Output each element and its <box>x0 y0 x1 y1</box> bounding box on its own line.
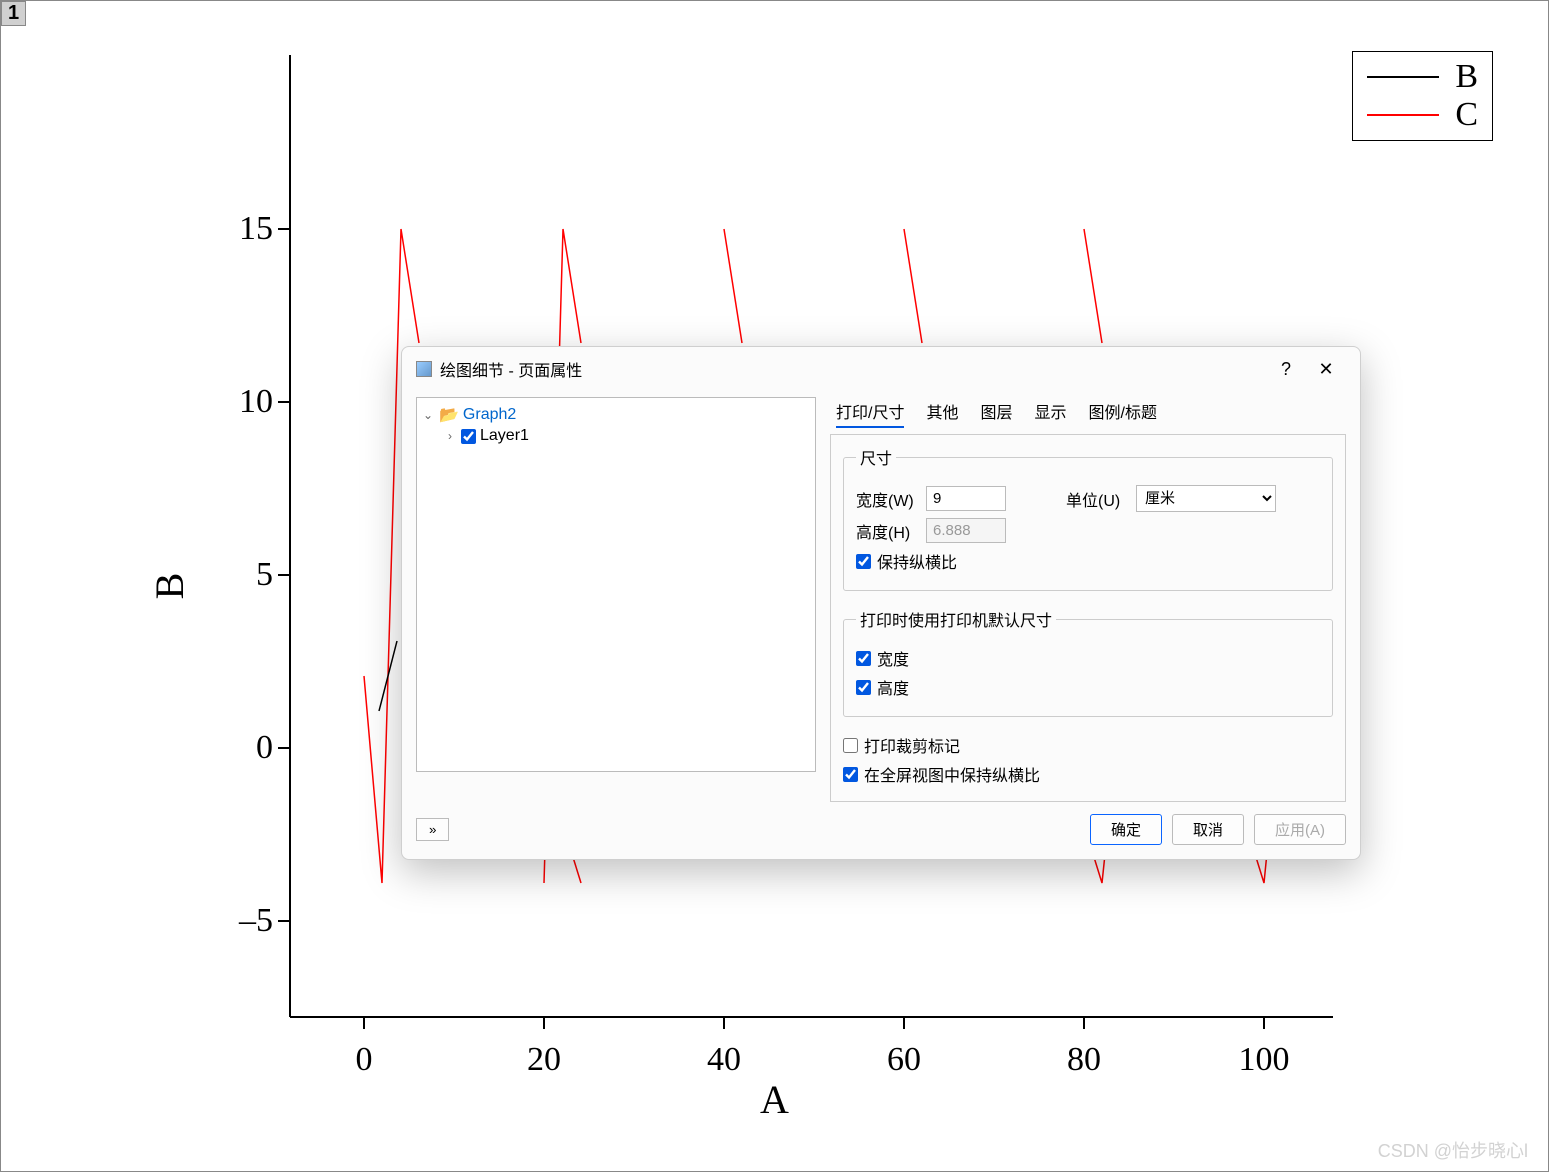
legend-entry-c[interactable]: C <box>1367 96 1478 134</box>
width-input[interactable] <box>926 486 1006 511</box>
x-tick-100: 100 <box>1239 1041 1290 1079</box>
tab-layers[interactable]: 图层 <box>980 399 1012 428</box>
unit-select[interactable]: 厘米 <box>1136 485 1276 512</box>
print-height-label: 高度 <box>877 675 909 699</box>
crop-marks-checkbox[interactable] <box>843 738 858 753</box>
dialog-titlebar[interactable]: 绘图细节 - 页面属性 ? ✕ <box>402 347 1360 391</box>
y-tick-5: 5 <box>256 556 273 594</box>
fullscreen-aspect-checkbox[interactable] <box>843 767 858 782</box>
x-tick-40: 40 <box>707 1041 741 1079</box>
legend-swatch-b <box>1367 76 1439 78</box>
tab-other[interactable]: 其他 <box>926 399 958 428</box>
tree-label-layer: Layer1 <box>480 427 529 445</box>
legend-label-c: C <box>1455 96 1478 134</box>
print-width-label: 宽度 <box>877 646 909 670</box>
tab-display[interactable]: 显示 <box>1034 399 1066 428</box>
more-button[interactable]: » <box>416 818 449 841</box>
layer-visible-checkbox[interactable] <box>461 429 476 444</box>
ok-button[interactable]: 确定 <box>1090 814 1162 845</box>
unit-label: 单位(U) <box>1066 487 1126 511</box>
crop-marks-label: 打印裁剪标记 <box>864 733 960 757</box>
y-axis-label: B <box>146 573 193 600</box>
print-defaults-legend: 打印时使用打印机默认尺寸 <box>856 607 1056 631</box>
keep-aspect-label: 保持纵横比 <box>877 549 957 573</box>
cancel-button[interactable]: 取消 <box>1172 814 1244 845</box>
tab-panel: 尺寸 宽度(W) 单位(U) 厘米 高度(H) <box>830 434 1346 802</box>
height-label: 高度(H) <box>856 519 916 543</box>
print-width-checkbox[interactable] <box>856 651 871 666</box>
watermark: CSDN @怡步晓心l <box>1378 1137 1528 1163</box>
tree-node-graph[interactable]: ⌄ 📂 Graph2 <box>421 404 811 426</box>
legend-label-b: B <box>1455 58 1478 96</box>
size-group: 尺寸 宽度(W) 单位(U) 厘米 高度(H) <box>843 445 1333 591</box>
dialog-app-icon <box>416 361 432 377</box>
dialog-footer: » 确定 取消 应用(A) <box>402 806 1360 859</box>
height-input[interactable] <box>926 518 1006 543</box>
size-group-legend: 尺寸 <box>856 445 896 469</box>
width-label: 宽度(W) <box>856 487 916 511</box>
tab-print-size[interactable]: 打印/尺寸 <box>836 399 904 428</box>
chevron-down-icon[interactable]: ⌄ <box>421 408 435 422</box>
legend[interactable]: B C <box>1352 51 1493 141</box>
y-tick-0: 0 <box>256 729 273 767</box>
print-height-checkbox[interactable] <box>856 680 871 695</box>
close-button[interactable]: ✕ <box>1306 355 1346 383</box>
plot-details-dialog: 绘图细节 - 页面属性 ? ✕ ⌄ 📂 Graph2 › Layer1 打印/尺… <box>401 346 1361 860</box>
legend-swatch-c <box>1367 114 1439 116</box>
legend-entry-b[interactable]: B <box>1367 58 1478 96</box>
folder-icon: 📂 <box>439 405 459 425</box>
print-defaults-group: 打印时使用打印机默认尺寸 宽度 高度 <box>843 607 1333 717</box>
tab-legend-title[interactable]: 图例/标题 <box>1089 399 1157 428</box>
tree-node-layer[interactable]: › Layer1 <box>421 426 811 446</box>
x-tick-80: 80 <box>1067 1041 1101 1079</box>
y-tick-15: 15 <box>239 210 273 248</box>
help-button[interactable]: ? <box>1266 355 1306 383</box>
keep-aspect-checkbox[interactable] <box>856 554 871 569</box>
tree-label-graph: Graph2 <box>463 406 516 424</box>
fullscreen-aspect-label: 在全屏视图中保持纵横比 <box>864 762 1040 786</box>
x-tick-0: 0 <box>356 1041 373 1079</box>
apply-button[interactable]: 应用(A) <box>1254 814 1346 845</box>
x-tick-20: 20 <box>527 1041 561 1079</box>
tree-pane[interactable]: ⌄ 📂 Graph2 › Layer1 <box>416 397 816 772</box>
y-tick-neg5: –5 <box>239 902 273 940</box>
x-tick-60: 60 <box>887 1041 921 1079</box>
chevron-right-icon[interactable]: › <box>443 429 457 443</box>
x-axis-label: A <box>760 1076 789 1123</box>
y-tick-10: 10 <box>239 383 273 421</box>
dialog-tabs: 打印/尺寸 其他 图层 显示 图例/标题 <box>830 397 1346 434</box>
dialog-title: 绘图细节 - 页面属性 <box>440 357 1266 381</box>
